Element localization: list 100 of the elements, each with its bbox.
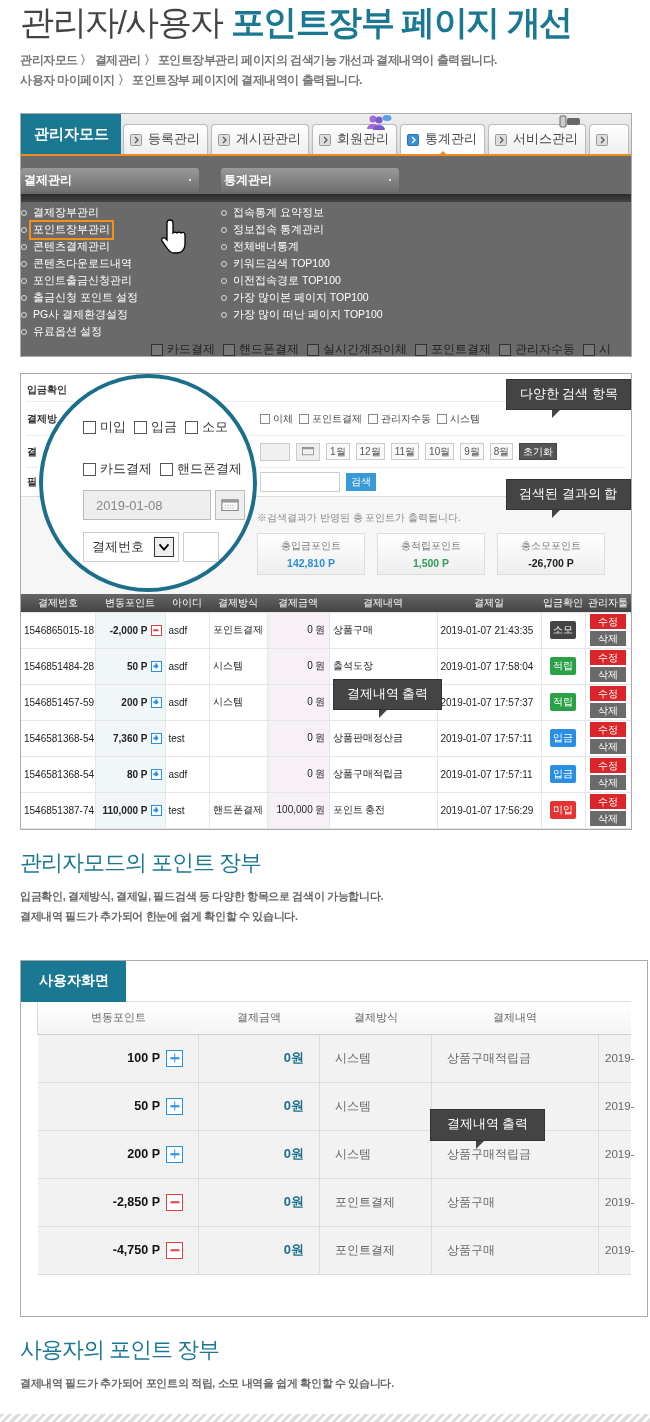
menu-tab[interactable]: 게시판관리 — [211, 124, 309, 154]
table-cell: asdf — [168, 624, 188, 636]
month-button[interactable]: 8월 — [489, 443, 514, 460]
table-cell: 0원 — [283, 1098, 304, 1113]
checkbox-label: 입금 — [151, 418, 177, 436]
menu-tab[interactable]: 등록관리 — [123, 124, 208, 154]
table-cell: 80 P — [126, 768, 148, 780]
description-text: 관리자모드 〉 결제관리 〉 포인트장부관리 페이지의 검색기능 개선과 결제내역이 출력됩니다. — [20, 52, 498, 69]
search-button[interactable]: 검색 — [346, 472, 376, 491]
menu-tab[interactable]: 통계관리 — [400, 124, 485, 154]
delete-button[interactable]: 삭제 — [590, 703, 627, 718]
month-button[interactable]: 1월 — [326, 443, 350, 460]
checkbox-label: 시 — [599, 342, 611, 356]
menu-item[interactable]: 접속통계 요약정보 — [231, 204, 326, 221]
menu-item[interactable]: 콘텐츠다운로드내역 — [31, 255, 134, 272]
mode-badge: 사용자화면 — [21, 960, 126, 1002]
table-cell: 상품구매 — [447, 1243, 495, 1256]
edit-button[interactable]: 수정 — [590, 758, 627, 773]
menu-header[interactable]: 통계관리 — [221, 168, 399, 192]
table-cell: 포인트결제 — [335, 1243, 395, 1256]
checkbox-label: 핸드폰결제 — [239, 342, 299, 356]
menu-item[interactable]: 이전접속경로 TOP100 — [231, 272, 343, 289]
edit-button[interactable]: 수정 — [590, 614, 627, 629]
delete-button[interactable]: 삭제 — [590, 631, 627, 646]
table-cell: 1546581368-54 — [24, 768, 95, 780]
table-cell: 0원 — [283, 1242, 304, 1257]
page-title: 관리자/사용자 포인트장부 페이지 개선 — [20, 2, 573, 42]
table-cell: 상품구매 — [447, 1195, 495, 1208]
field-label: 입금확인 — [27, 382, 67, 397]
menu-tab[interactable]: 서비스관리 — [488, 124, 586, 154]
callout-tooltip: 결제내역 출력 — [430, 1108, 546, 1149]
table-cell: asdf — [168, 768, 188, 780]
table-cell: 7,360 P — [113, 732, 148, 744]
delete-button[interactable]: 삭제 — [590, 811, 627, 826]
table-cell: 2019-01-07 17:56:29 — [440, 804, 534, 816]
menu-item[interactable]: 가장 많이본 페이지 TOP100 — [231, 289, 371, 306]
table-cell: 시스템 — [335, 1051, 371, 1064]
edit-button[interactable]: 수정 — [590, 686, 627, 701]
checkbox-label: 이체 — [273, 411, 293, 426]
status-badge: 소모 — [550, 621, 576, 639]
menu-item[interactable]: 키워드검색 TOP100 — [231, 255, 332, 272]
total-value: -26,700 P — [528, 557, 574, 569]
table-cell: 포인트결제 — [335, 1195, 395, 1208]
table-cell: 0원 — [283, 1194, 304, 1209]
table-cell: 1546865015-18 — [24, 624, 95, 636]
menu-item[interactable]: 결제장부관리 — [31, 204, 101, 221]
callout-tooltip: 검색된 결과의 합 — [506, 479, 631, 518]
table-cell: test — [168, 804, 185, 816]
column-header: 결제일 — [437, 594, 541, 612]
table-cell: 2019-01-07 21:43:35 — [440, 624, 534, 636]
table-cell: 1546851387-74 — [24, 804, 95, 816]
menu-item[interactable]: 포인트장부관리 — [31, 221, 112, 238]
edit-button[interactable]: 수정 — [590, 794, 627, 809]
menu-item[interactable]: 출금신청 포인트 설정 — [31, 289, 140, 306]
menu-item[interactable]: PG사 결제환경설정 — [31, 306, 131, 323]
delete-button[interactable]: 삭제 — [590, 739, 627, 754]
month-button[interactable]: 9월 — [460, 443, 484, 460]
month-button[interactable]: 12월 — [355, 443, 385, 460]
delete-button[interactable]: 삭제 — [590, 667, 627, 682]
menu-item[interactable]: 유료옵션 설정 — [31, 323, 104, 340]
description-text: 결제내역 필드가 추가되어 포인트의 적립, 소모 내역을 쉽게 확인할 수 있습니다. — [20, 1375, 395, 1391]
table-cell: 1546581368-54 — [24, 732, 95, 744]
reset-button[interactable]: 초기화 — [519, 443, 558, 460]
table-cell: 2019- — [605, 1100, 635, 1112]
field-label: 결제방 — [27, 411, 57, 426]
menu-item[interactable]: 가장 많이 떠난 페이지 TOP100 — [231, 306, 385, 323]
table-cell: 시스템 — [212, 660, 243, 671]
table-cell: 상품구매 — [332, 624, 373, 635]
status-badge: 적립 — [550, 657, 576, 675]
table-cell: 50 P — [126, 660, 148, 672]
column-header: 결제내역 — [329, 594, 437, 612]
date-field[interactable]: 2019-01-08 — [83, 490, 211, 520]
edit-button[interactable]: 수정 — [590, 722, 627, 737]
checkbox-label: 실시간계좌이체 — [323, 342, 407, 356]
menu-header[interactable]: 결제관리 — [21, 168, 199, 192]
note-text: ※검색결과가 반영된 총 포인트가 출력됩니다. — [257, 511, 462, 525]
menu-item[interactable]: 전체배너통계 — [231, 238, 301, 255]
table-cell: 상품판매정산금 — [332, 732, 403, 743]
table-cell: 포인트 충전 — [332, 804, 386, 815]
table-cell: 200 P — [127, 1147, 160, 1161]
table-cell: 2019- — [605, 1244, 635, 1256]
menu-item[interactable]: 정보접속 통계관리 — [231, 221, 326, 238]
edit-button[interactable]: 수정 — [590, 650, 627, 665]
select-field[interactable]: 결제번호 — [83, 532, 179, 562]
menu-item[interactable]: 포인트출금신청관리 — [31, 272, 134, 289]
table-cell: 2019- — [605, 1196, 635, 1208]
table-cell: 0원 — [283, 1050, 304, 1065]
table-cell: 상품구매적립금 — [447, 1147, 531, 1160]
table-cell: 200 P — [121, 696, 148, 708]
menu-tab[interactable]: 회원관리 — [312, 124, 397, 154]
month-button[interactable]: 10월 — [425, 443, 455, 460]
month-button[interactable]: 11월 — [390, 443, 420, 460]
table-cell: -4,750 P — [112, 1243, 160, 1257]
table-cell: 시스템 — [212, 696, 243, 707]
table-cell: 출석도장 — [332, 660, 373, 671]
checkbox-label: 미입 — [100, 418, 126, 436]
checkbox-label: 카드결제 — [100, 460, 152, 478]
callout-tooltip: 결제내역 출력 — [333, 679, 443, 718]
delete-button[interactable]: 삭제 — [590, 775, 627, 790]
menu-item[interactable]: 콘텐츠결제관리 — [31, 238, 112, 255]
